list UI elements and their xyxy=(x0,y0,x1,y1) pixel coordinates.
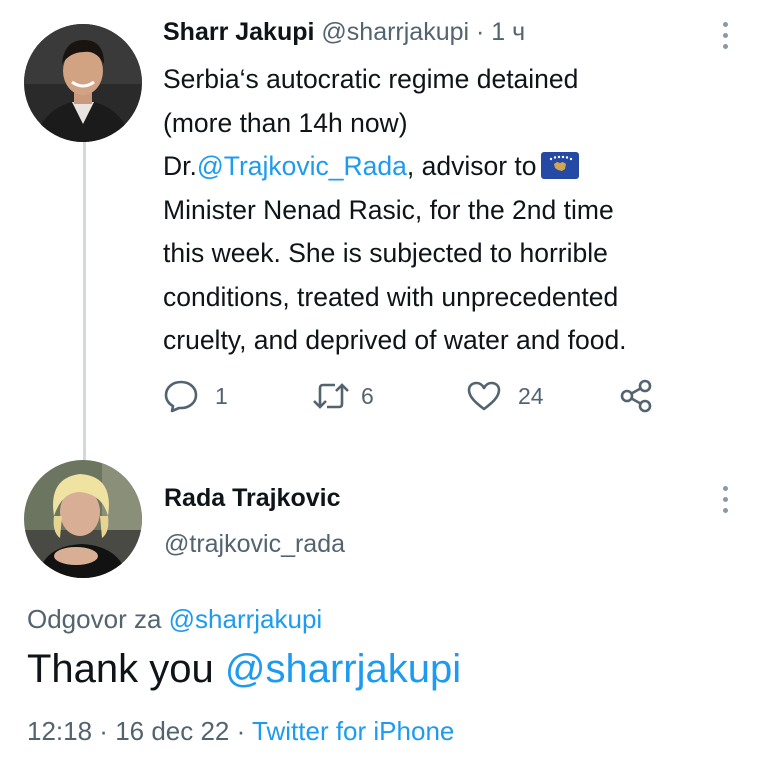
reply-icon xyxy=(163,379,199,413)
retweet-count: 6 xyxy=(361,382,374,409)
author-name[interactable]: Sharr Jakupi xyxy=(163,18,314,46)
tweet-text-prefix: Dr. xyxy=(163,151,197,181)
mention-link[interactable]: @sharrjakupi xyxy=(169,604,323,634)
tweet-line: Serbia‘s autocratic regime detained xyxy=(163,64,579,94)
tweet-actions-bar: 1 6 24 xyxy=(163,378,683,414)
tweet-line: cruelty, and deprived of water and food. xyxy=(163,325,627,355)
tweet-source-link[interactable]: Twitter for iPhone xyxy=(252,716,454,746)
tweet-time: 12:18 xyxy=(27,716,93,746)
tweet-line: conditions, treated with unprecedented xyxy=(163,281,619,312)
tweet-line: (more than 14h now) xyxy=(163,107,408,138)
rada-trajkovic-avatar[interactable] xyxy=(24,460,142,578)
mention-link[interactable]: @Trajkovic_Rada xyxy=(197,151,407,181)
mention-link[interactable]: @sharrjakupi xyxy=(225,647,461,691)
author-handle[interactable]: @sharrjakupi xyxy=(321,18,469,46)
author-name[interactable]: Rada Trajkovic xyxy=(164,484,340,513)
share-button[interactable] xyxy=(618,378,654,414)
like-count: 24 xyxy=(518,382,544,409)
more-options-icon[interactable] xyxy=(720,22,730,52)
tweet-text: Thank you @sharrjakupi xyxy=(27,647,461,692)
heart-icon xyxy=(466,380,502,412)
tweet-meta: 12:18 · 16 dec 22 · Twitter for iPhone xyxy=(27,716,454,747)
kosovo-flag-icon xyxy=(540,149,579,179)
reply-button[interactable]: 1 xyxy=(163,378,228,414)
replying-to-label: Odgovor za @sharrjakupi xyxy=(27,604,322,635)
author-handle[interactable]: @trajkovic_rada xyxy=(164,530,345,559)
separator-dot: · xyxy=(92,716,116,746)
like-button[interactable]: 24 xyxy=(466,378,544,414)
tweet-text-suffix: , advisor to xyxy=(406,151,537,181)
retweet-button[interactable]: 6 xyxy=(311,378,374,414)
retweet-icon xyxy=(311,380,351,412)
reply-prefix: Odgovor za xyxy=(27,604,169,634)
tweet-line: this week. She is subjected to horrible xyxy=(163,238,608,268)
tweet-date: 16 dec 22 xyxy=(115,716,230,746)
tweet-timestamp[interactable]: 1 ч xyxy=(491,18,525,46)
tweet-line: Dr.@Trajkovic_Rada, advisor to xyxy=(163,145,753,189)
sharr-jakupi-avatar[interactable] xyxy=(24,24,142,142)
thread-connector-line xyxy=(83,138,86,465)
separator-dot: · xyxy=(229,716,253,746)
separator-dot: · xyxy=(469,18,492,46)
share-icon xyxy=(618,379,654,413)
tweet-text: Serbia‘s autocratic regime detained (mor… xyxy=(163,58,753,363)
reply-count: 1 xyxy=(215,382,228,409)
tweet-text-prefix: Thank you xyxy=(27,647,225,691)
tweet-line: Minister Nenad Rasic, for the 2nd time xyxy=(163,194,614,225)
tweet-header: Sharr Jakupi @sharrjakupi · 1 ч xyxy=(163,18,525,47)
more-options-icon[interactable] xyxy=(720,486,730,516)
